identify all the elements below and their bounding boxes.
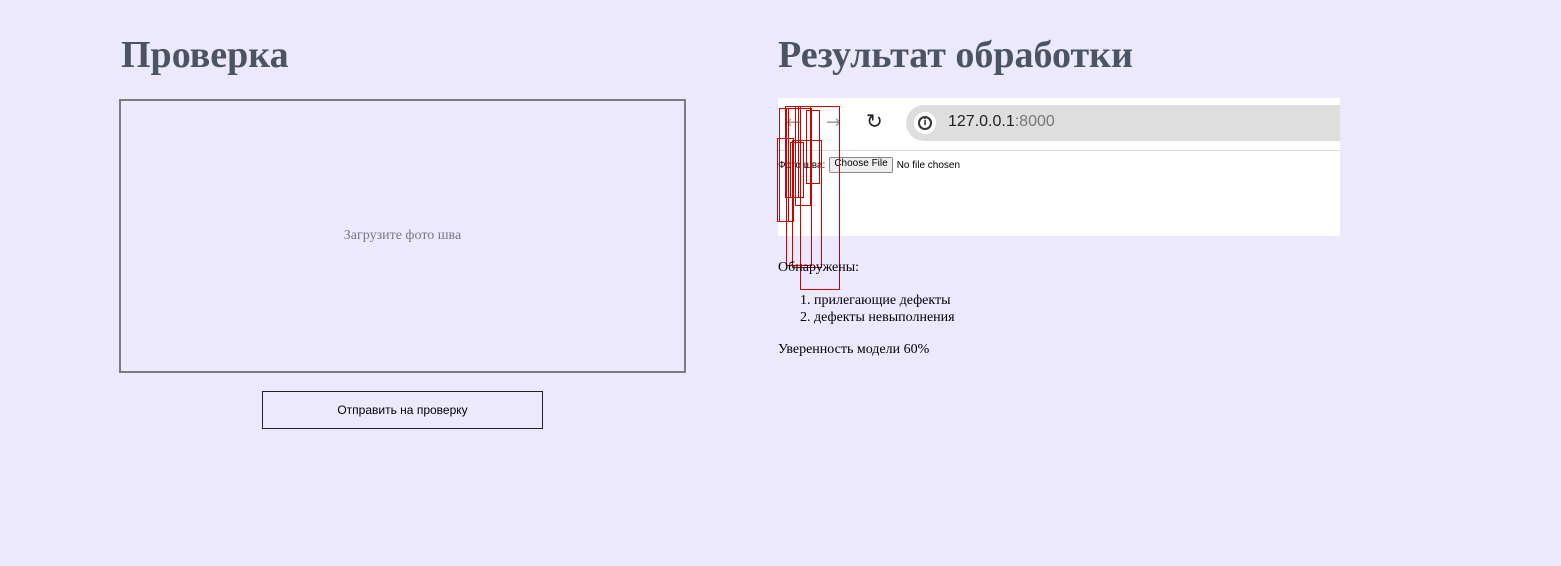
photo-upload-dropzone[interactable]: Загрузите фото шва xyxy=(119,99,686,373)
browser-toolbar-image: ← → ↻ i 127.0.0.1:8000 xyxy=(778,98,1340,151)
url-text: 127.0.0.1:8000 xyxy=(948,113,1055,131)
detection-box xyxy=(792,140,822,268)
result-title: Результат обработки xyxy=(778,34,1133,76)
url-bar-image: i 127.0.0.1:8000 xyxy=(906,105,1340,141)
no-file-text: No file chosen xyxy=(896,159,961,171)
list-item: 1. прилегающие дефекты xyxy=(800,293,951,308)
url-host: 127.0.0.1 xyxy=(948,113,1015,130)
submit-check-button[interactable]: Отправить на проверку xyxy=(262,391,543,429)
page: Проверка Загрузите фото шва Отправить на… xyxy=(0,0,1561,566)
url-port: :8000 xyxy=(1014,113,1055,130)
check-title: Проверка xyxy=(121,34,289,76)
info-icon: i xyxy=(914,112,936,134)
reload-icon: ↻ xyxy=(866,109,883,133)
confidence-text: Уверенность модели 60% xyxy=(778,342,930,357)
defects-list: 1. прилегающие дефекты 2. дефекты невыпо… xyxy=(800,292,955,326)
list-item: 2. дефекты невыполнения xyxy=(800,310,955,325)
result-image: ← → ↻ i 127.0.0.1:8000 Фото шва: Choose … xyxy=(778,98,1340,236)
detected-label: Обнаружены: xyxy=(778,260,860,275)
dropzone-hint: Загрузите фото шва xyxy=(343,228,462,243)
